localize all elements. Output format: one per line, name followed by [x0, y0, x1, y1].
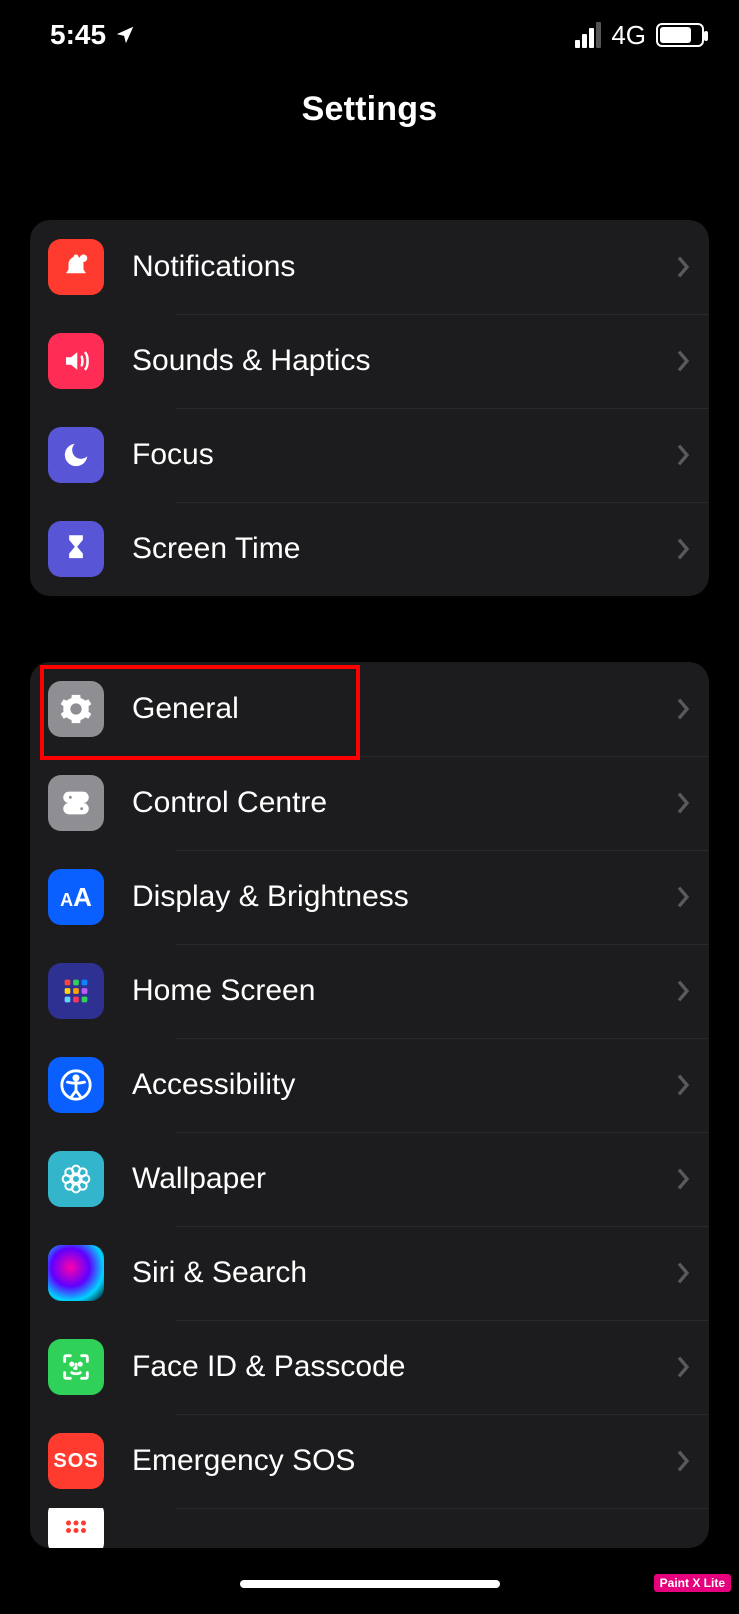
chevron-right-icon — [675, 443, 691, 467]
row-label: Home Screen — [132, 974, 675, 1008]
chevron-right-icon — [675, 1449, 691, 1473]
status-time: 5:45 — [50, 19, 106, 51]
chevron-right-icon — [675, 885, 691, 909]
aa-icon: AA — [48, 869, 104, 925]
location-icon — [114, 24, 136, 46]
row-label: Emergency SOS — [132, 1444, 675, 1478]
network-label: 4G — [611, 20, 646, 51]
settings-row-screentime[interactable]: Screen Time — [30, 502, 709, 596]
exposure-icon — [48, 1508, 104, 1548]
page-title: Settings — [0, 90, 739, 129]
chevron-right-icon — [675, 1073, 691, 1097]
watermark: Paint X Lite — [654, 1574, 731, 1592]
chevron-right-icon — [675, 1167, 691, 1191]
status-left: 5:45 — [50, 19, 136, 51]
hourglass-icon — [48, 521, 104, 577]
settings-group-1: Notifications Sounds & Haptics Focus Scr… — [30, 220, 709, 596]
settings-row-faceid[interactable]: Face ID & Passcode — [30, 1320, 709, 1414]
chevron-right-icon — [675, 349, 691, 373]
toggles-icon — [48, 775, 104, 831]
chevron-right-icon — [675, 697, 691, 721]
settings-row-sos[interactable]: SOS Emergency SOS — [30, 1414, 709, 1508]
row-label: Screen Time — [132, 532, 675, 566]
row-label: Display & Brightness — [132, 880, 675, 914]
flower-icon — [48, 1151, 104, 1207]
battery-icon — [656, 23, 704, 47]
signal-icon — [575, 22, 601, 48]
settings-row-sounds[interactable]: Sounds & Haptics — [30, 314, 709, 408]
moon-icon — [48, 427, 104, 483]
row-label: Siri & Search — [132, 1256, 675, 1290]
chevron-right-icon — [675, 1261, 691, 1285]
status-bar: 5:45 4G — [0, 0, 739, 70]
settings-row-display[interactable]: AA Display & Brightness — [30, 850, 709, 944]
settings-row-notifications[interactable]: Notifications — [30, 220, 709, 314]
settings-row-wallpaper[interactable]: Wallpaper — [30, 1132, 709, 1226]
speaker-icon — [48, 333, 104, 389]
row-label: General — [132, 692, 675, 726]
page-header: Settings — [0, 90, 739, 129]
siri-icon — [48, 1245, 104, 1301]
grid-icon — [48, 963, 104, 1019]
settings-row-general[interactable]: General — [30, 662, 709, 756]
bell-icon — [48, 239, 104, 295]
chevron-right-icon — [675, 1355, 691, 1379]
row-label: Accessibility — [132, 1068, 675, 1102]
settings-row-siri[interactable]: Siri & Search — [30, 1226, 709, 1320]
row-label: Control Centre — [132, 786, 675, 820]
faceid-icon — [48, 1339, 104, 1395]
row-label: Face ID & Passcode — [132, 1350, 675, 1384]
sos-icon: SOS — [48, 1433, 104, 1489]
row-label: Wallpaper — [132, 1162, 675, 1196]
row-label: Notifications — [132, 250, 675, 284]
chevron-right-icon — [675, 255, 691, 279]
home-indicator[interactable] — [240, 1580, 500, 1588]
status-right: 4G — [575, 20, 704, 51]
settings-row-focus[interactable]: Focus — [30, 408, 709, 502]
chevron-right-icon — [675, 791, 691, 815]
settings-group-2: General Control Centre AA Display & Brig… — [30, 662, 709, 1548]
settings-row-accessibility[interactable]: Accessibility — [30, 1038, 709, 1132]
accessibility-icon — [48, 1057, 104, 1113]
gear-icon — [48, 681, 104, 737]
row-label: Focus — [132, 438, 675, 472]
chevron-right-icon — [675, 537, 691, 561]
settings-row-homescreen[interactable]: Home Screen — [30, 944, 709, 1038]
settings-row-controlcentre[interactable]: Control Centre — [30, 756, 709, 850]
settings-list: Notifications Sounds & Haptics Focus Scr… — [30, 220, 709, 1614]
chevron-right-icon — [675, 979, 691, 1003]
settings-row-partial[interactable] — [30, 1508, 709, 1548]
row-label: Sounds & Haptics — [132, 344, 675, 378]
